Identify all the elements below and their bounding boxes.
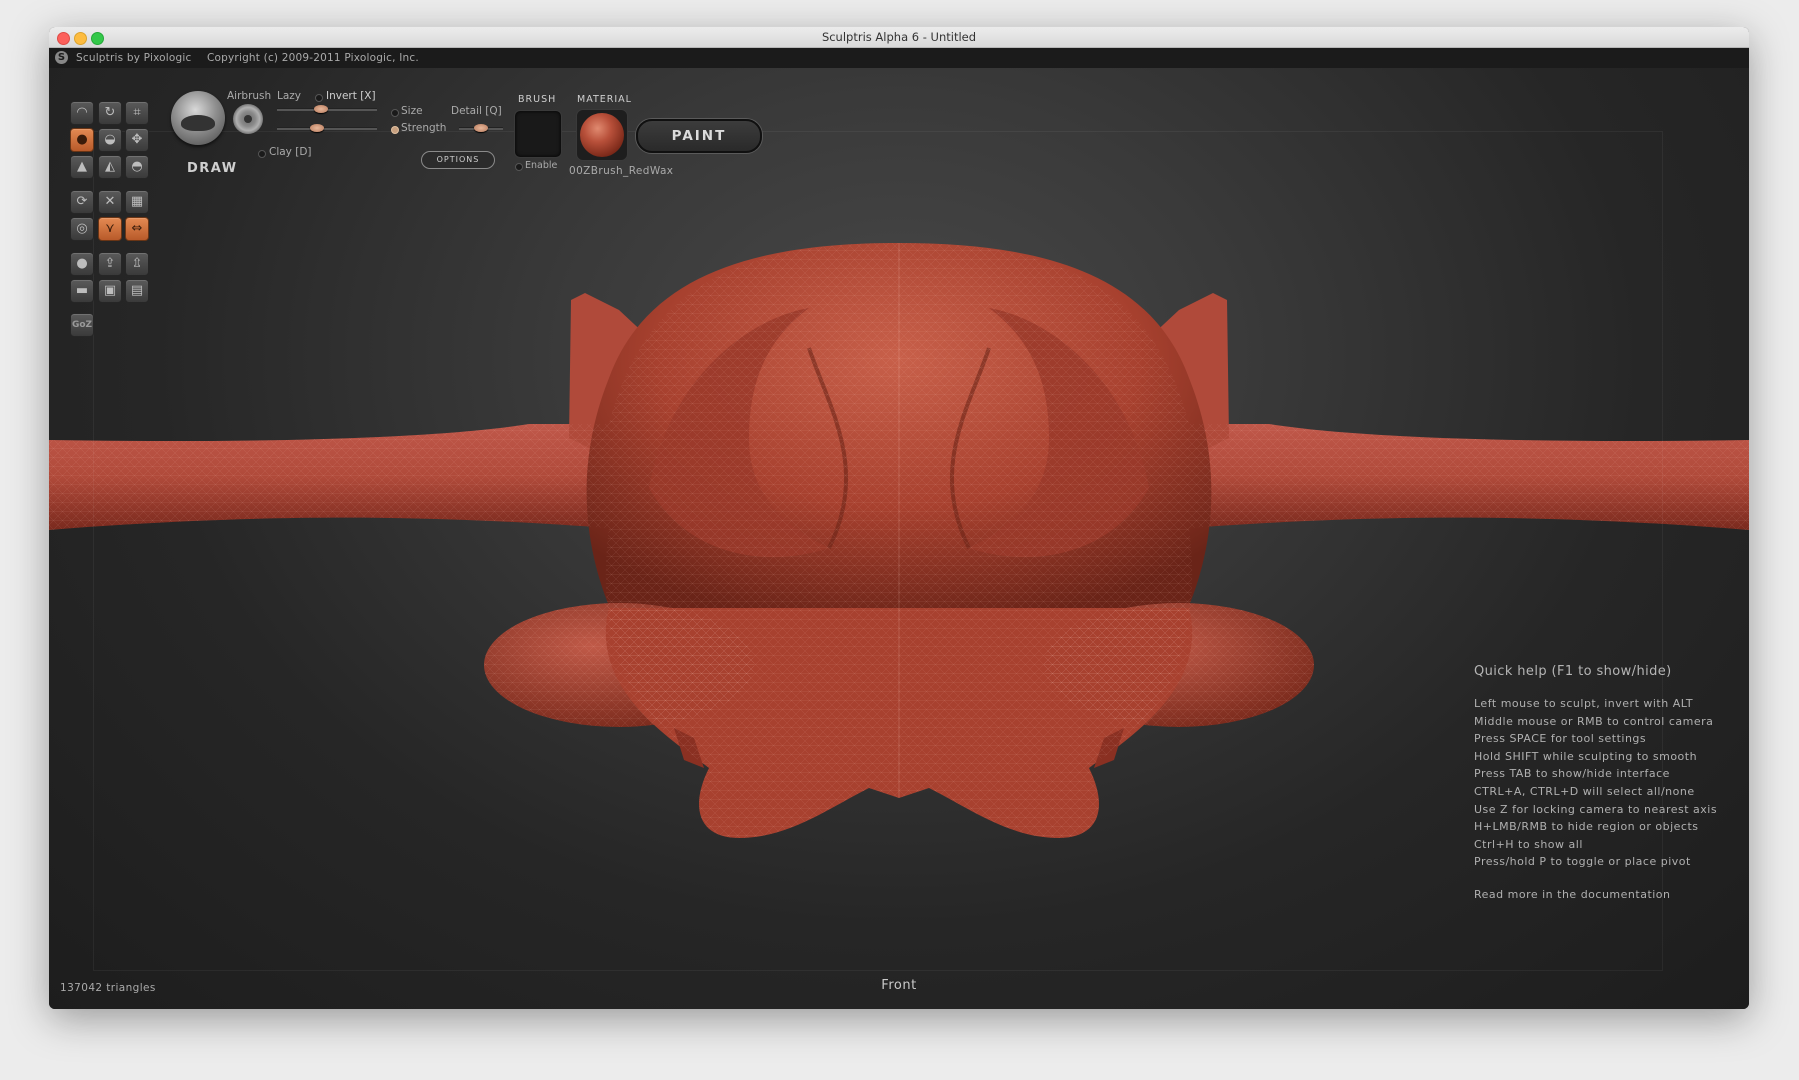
app-info-bar: S Sculptris by Pixologic Copyright (c) 2… xyxy=(49,48,1749,68)
quick-help-title: Quick help (F1 to show/hide) xyxy=(1474,664,1672,679)
brush-enable-toggle[interactable] xyxy=(515,163,523,171)
airbrush-slider-knob[interactable] xyxy=(310,124,324,132)
quick-help-line: Press/hold P to toggle or place pivot xyxy=(1474,855,1691,869)
brush-name: DRAW xyxy=(187,161,238,176)
quick-help-line: CTRL+A, CTRL+D will select all/none xyxy=(1474,784,1695,798)
pinch-tool-button[interactable]: ◒ xyxy=(98,128,122,152)
quick-help-line: H+LMB/RMB to hide region or objects xyxy=(1474,820,1699,834)
crease-tool-button[interactable]: ◭ xyxy=(98,155,122,179)
quick-help-line: Left mouse to sculpt, invert with ALT xyxy=(1474,697,1694,710)
quick-help-line: Use Z for locking camera to nearest axis xyxy=(1474,802,1718,816)
app-window: Sculptris Alpha 6 - Untitled S Sculptris… xyxy=(49,27,1749,1009)
brush-alpha-slot[interactable] xyxy=(514,110,562,158)
airbrush-label: Airbrush xyxy=(227,90,272,102)
export-mesh-button[interactable]: ⇫ xyxy=(125,252,149,276)
quick-help-panel: Quick help (F1 to show/hide) Left mouse … xyxy=(1474,664,1717,901)
material-section-label: MATERIAL xyxy=(577,94,632,105)
crop-tool-button[interactable]: ⌗ xyxy=(125,101,149,125)
lazy-slider-knob[interactable] xyxy=(314,105,328,113)
smooth-tool-button[interactable]: ◓ xyxy=(125,155,149,179)
goz-button[interactable]: GoZ xyxy=(70,313,94,337)
brush-enable-label: Enable xyxy=(525,160,558,171)
copyright-text: Copyright (c) 2009-2011 Pixologic, Inc. xyxy=(207,52,419,64)
app-name: Sculptris by Pixologic xyxy=(76,52,192,64)
material-sphere-icon xyxy=(580,113,624,157)
inflate-tool-button[interactable]: ● xyxy=(70,128,94,152)
window-title: Sculptris Alpha 6 - Untitled xyxy=(821,30,977,44)
title-bar[interactable]: Sculptris Alpha 6 - Untitled xyxy=(49,27,1749,48)
airbrush-icon[interactable] xyxy=(233,104,263,134)
load-file-button[interactable]: ▤ xyxy=(125,279,149,303)
strength-label: Strength xyxy=(401,122,447,134)
invert-toggle[interactable] xyxy=(315,94,323,102)
quick-help-line: Middle mouse or RMB to control camera xyxy=(1474,714,1714,728)
brush-preview-icon[interactable] xyxy=(171,91,225,145)
detail-slider-knob[interactable] xyxy=(474,124,488,132)
clay-label: Clay [D] xyxy=(269,146,312,158)
options-button[interactable]: OPTIONS xyxy=(421,151,495,169)
sculpt-viewport[interactable]: S Sculptris by Pixologic Copyright (c) 2… xyxy=(49,48,1749,1009)
material-name: 00ZBrush_RedWax xyxy=(569,165,674,177)
strength-radio[interactable] xyxy=(391,126,399,134)
quick-help-line: Ctrl+H to show all xyxy=(1474,837,1583,851)
quick-help-line: Press SPACE for tool settings xyxy=(1474,732,1647,746)
flatten-tool-button[interactable]: ▲ xyxy=(70,155,94,179)
documentation-link[interactable]: Read more in the documentation xyxy=(1474,888,1717,901)
lazy-label: Lazy xyxy=(277,90,302,102)
draw-tool-button[interactable]: ◠ xyxy=(70,101,94,125)
paint-button[interactable]: PAINT xyxy=(636,119,762,153)
import-mesh-button[interactable]: ⇪ xyxy=(98,252,122,276)
reduce-brush-button[interactable]: ◎ xyxy=(70,217,94,241)
quick-help-line: Press TAB to show/hide interface xyxy=(1474,767,1670,781)
new-plane-button[interactable]: ▬ xyxy=(70,279,94,303)
sculptris-logo-icon: S xyxy=(55,51,68,64)
brush-section-label: BRUSH xyxy=(518,94,557,105)
detail-label: Detail [Q] xyxy=(451,105,502,117)
mirror-toggle-button[interactable]: ⇔ xyxy=(125,217,149,241)
scale-tool-button[interactable]: ⟳ xyxy=(70,190,94,214)
save-file-button[interactable]: ▣ xyxy=(98,279,122,303)
clay-toggle[interactable] xyxy=(258,150,266,158)
size-radio[interactable] xyxy=(391,109,399,117)
wireframe-toggle-button[interactable]: ▦ xyxy=(125,190,149,214)
quick-help-line: Hold SHIFT while sculpting to smooth xyxy=(1474,749,1698,763)
invert-label: Invert [X] xyxy=(326,90,376,102)
new-sphere-button[interactable]: ● xyxy=(70,252,94,276)
view-name: Front xyxy=(881,978,917,993)
material-preview[interactable] xyxy=(576,109,628,161)
rotate-tool-button[interactable]: ↻ xyxy=(98,101,122,125)
airbrush-slider[interactable] xyxy=(277,127,377,130)
size-label: Size xyxy=(401,105,423,117)
grab-tool-button[interactable]: ✥ xyxy=(125,128,149,152)
symmetry-toggle-button[interactable]: ⋎ xyxy=(98,217,122,241)
clear-tool-button[interactable]: ✕ xyxy=(98,190,122,214)
